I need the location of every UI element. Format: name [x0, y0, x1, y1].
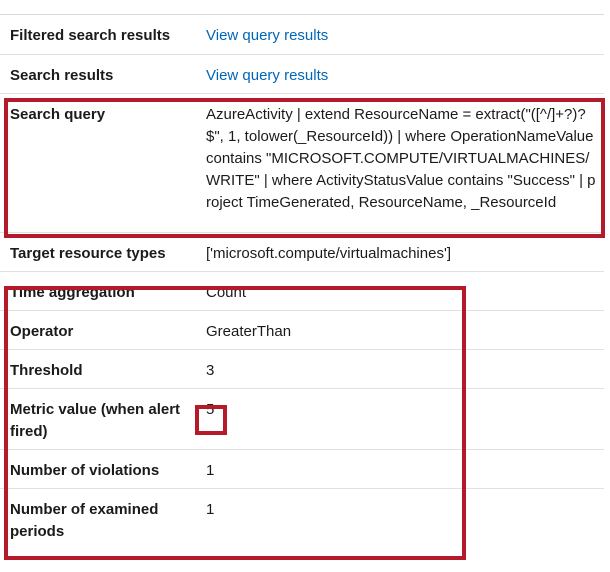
filtered-search-results-value: View query results	[197, 15, 604, 54]
target-resource-types-label: Target resource types	[10, 245, 166, 262]
search-query-label: Search query	[10, 106, 106, 123]
row-search-results: Search results View query results	[0, 55, 604, 94]
row-search-query: Search query AzureActivity | extend Reso…	[0, 94, 604, 233]
target-resource-types-value: ['microsoft.compute/virtualmachines']	[206, 245, 451, 262]
alert-details-table: Filtered search results View query resul…	[0, 14, 604, 550]
time-aggregation-value: Count	[206, 284, 247, 301]
search-results-value: View query results	[197, 55, 604, 93]
threshold-label: Threshold	[10, 362, 83, 379]
row-time-aggregation: Time aggregation Count	[0, 272, 604, 311]
metric-value-value: 5	[206, 401, 215, 418]
operator-value: GreaterThan	[206, 323, 292, 340]
number-of-violations-value: 1	[206, 462, 215, 479]
row-target-resource-types: Target resource types ['microsoft.comput…	[0, 233, 604, 272]
search-results-label: Search results	[10, 67, 114, 84]
row-number-of-examined-periods: Number of examined periods 1	[0, 489, 604, 550]
filtered-search-results-label: Filtered search results	[10, 27, 171, 44]
row-number-of-violations: Number of violations 1	[0, 450, 604, 489]
row-threshold: Threshold 3	[0, 350, 604, 389]
number-of-examined-periods-value: 1	[206, 501, 215, 518]
row-metric-value: Metric value (when alert fired) 5	[0, 389, 604, 450]
metric-value-label: Metric value (when alert fired)	[10, 401, 181, 440]
number-of-violations-label: Number of violations	[10, 462, 160, 479]
row-operator: Operator GreaterThan	[0, 311, 604, 350]
view-query-results-link[interactable]: View query results	[206, 67, 328, 84]
number-of-examined-periods-label: Number of examined periods	[10, 501, 159, 540]
row-filtered-search-results: Filtered search results View query resul…	[0, 15, 604, 55]
view-filtered-query-results-link[interactable]: View query results	[206, 27, 328, 44]
threshold-value: 3	[206, 362, 215, 379]
search-query-value: AzureActivity | extend ResourceName = ex…	[206, 106, 596, 211]
time-aggregation-label: Time aggregation	[10, 284, 135, 301]
operator-label: Operator	[10, 323, 74, 340]
